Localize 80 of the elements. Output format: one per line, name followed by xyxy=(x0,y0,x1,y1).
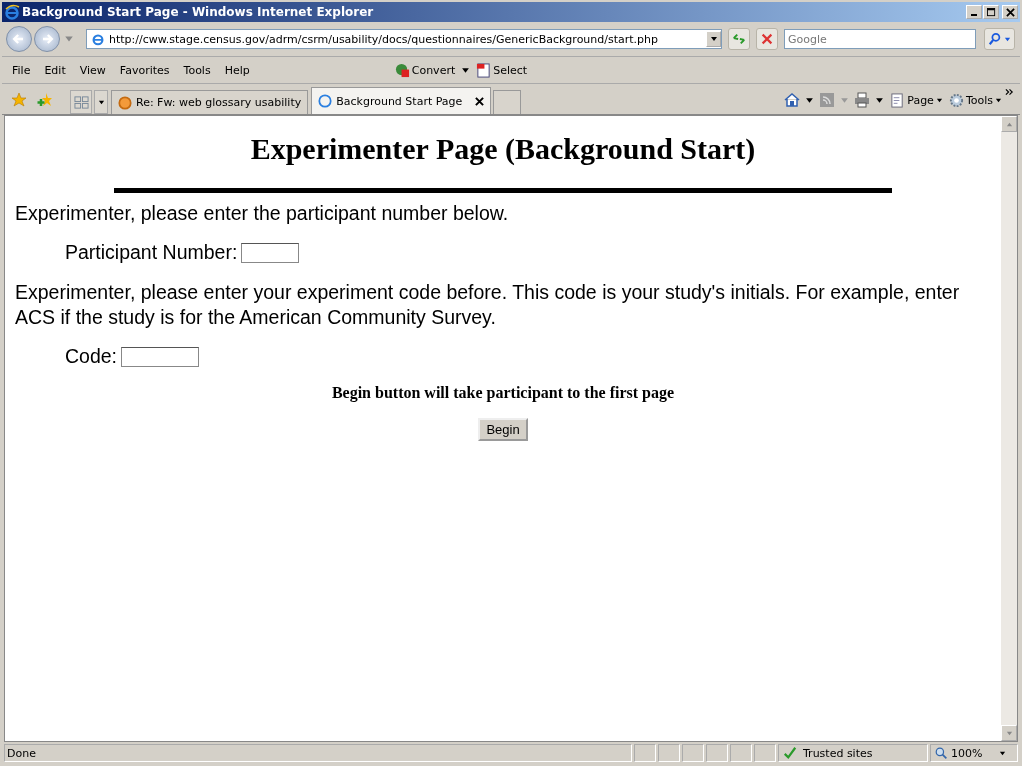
participant-number-field[interactable] xyxy=(241,242,300,263)
instruction-text: Experimenter, please enter your experiment code before. This code is your study's initials. For example, enter ACS if the study is for the American Community Survey. xyxy=(15,280,961,330)
caret-icon xyxy=(97,98,105,106)
dropdown-arrow-icon[interactable] xyxy=(875,95,885,105)
zoom-icon xyxy=(935,746,948,760)
security-zone: Trusted sites xyxy=(778,744,928,762)
convert-button[interactable]: Convert xyxy=(391,62,459,78)
status-pane xyxy=(682,744,704,762)
begin-button[interactable]: Begin xyxy=(478,418,528,442)
down-arrow-icon xyxy=(1005,729,1013,737)
menu-item[interactable]: Help xyxy=(218,63,258,77)
status-pane xyxy=(706,744,728,762)
refresh-icon xyxy=(732,32,746,46)
grid-icon xyxy=(73,94,89,110)
field-label: Code: xyxy=(65,345,118,369)
scroll-down-button[interactable] xyxy=(1001,725,1017,741)
instruction-text: Experimenter, please enter the participant number below. xyxy=(15,201,510,226)
close-tab-icon[interactable] xyxy=(475,96,485,106)
scrollbar[interactable] xyxy=(1001,116,1017,741)
browser-logo-icon xyxy=(4,4,20,20)
caret-icon xyxy=(1004,35,1011,43)
stop-button[interactable] xyxy=(756,28,778,50)
status-pane xyxy=(730,744,752,762)
address-dropdown-button[interactable] xyxy=(706,31,721,47)
caret-icon xyxy=(709,35,718,43)
menu-item[interactable]: Edit xyxy=(38,63,74,77)
star-icon[interactable] xyxy=(11,92,27,108)
menu-item[interactable]: Favorites xyxy=(113,63,178,77)
minimize-icon xyxy=(971,14,977,16)
printer-icon[interactable] xyxy=(854,92,871,108)
search-icon xyxy=(988,32,1002,46)
refresh-button[interactable] xyxy=(728,28,750,50)
minimize-button[interactable] xyxy=(966,5,982,19)
caret-icon xyxy=(995,96,1002,104)
note-text: Begin button will take participant to the first page xyxy=(330,384,676,403)
dropdown-arrow-icon[interactable] xyxy=(461,65,471,75)
document-icon xyxy=(476,62,492,78)
gear-icon xyxy=(948,92,964,108)
page-icon xyxy=(91,32,105,46)
globe-document-icon xyxy=(394,62,410,78)
page-menu-button[interactable]: Page xyxy=(887,92,946,108)
status-text: Done xyxy=(4,744,632,762)
menu-item[interactable]: View xyxy=(73,63,114,77)
menu-item[interactable]: Tools xyxy=(177,63,219,77)
tab-site-icon xyxy=(118,95,132,110)
search-button[interactable] xyxy=(984,28,1015,50)
tools-menu-button[interactable]: Tools xyxy=(945,92,1005,108)
select-button[interactable]: Select xyxy=(473,62,531,78)
zoom-button[interactable]: 100% xyxy=(930,744,1018,762)
dropdown-arrow-icon[interactable] xyxy=(805,95,815,105)
code-field[interactable] xyxy=(121,346,200,367)
chevron-icon[interactable] xyxy=(1005,88,1014,96)
window-title: Background Start Page - Windows Internet Explorer xyxy=(22,5,375,19)
page-heading: Experimenter Page (Background Start) xyxy=(249,132,757,166)
home-icon[interactable] xyxy=(784,92,801,108)
maximize-icon xyxy=(986,7,996,17)
document-icon xyxy=(890,92,906,108)
browser-tab[interactable]: Re: Fw: web glossary usability xyxy=(111,90,309,114)
maximize-button[interactable] xyxy=(983,5,999,19)
status-pane xyxy=(634,744,656,762)
check-icon xyxy=(783,746,797,760)
close-icon xyxy=(1005,7,1015,17)
back-button[interactable] xyxy=(6,26,32,52)
caret-icon xyxy=(935,96,943,104)
search-field[interactable]: Google xyxy=(784,29,976,49)
tab-site-icon xyxy=(318,94,333,108)
tab-list-button[interactable] xyxy=(94,90,108,114)
url-text: http://cww.stage.census.gov/adrm/csrm/usability/docs/questionnaires/GenericBackground/start.php xyxy=(109,32,660,46)
x-icon xyxy=(760,32,774,46)
address-field[interactable]: http://cww.stage.census.gov/adrm/csrm/usability/docs/questionnaires/GenericBackground/start.php xyxy=(86,29,722,49)
status-pane xyxy=(658,744,680,762)
status-pane xyxy=(754,744,776,762)
menu-item[interactable]: File xyxy=(6,63,39,77)
field-label: Participant Number: xyxy=(65,241,238,265)
caret-icon xyxy=(999,749,1007,757)
scroll-up-button[interactable] xyxy=(1001,116,1017,132)
browser-tab[interactable]: Background Start Page xyxy=(311,87,492,114)
close-button[interactable] xyxy=(1002,5,1018,19)
up-arrow-icon xyxy=(1005,120,1013,128)
forward-button[interactable] xyxy=(34,26,60,52)
